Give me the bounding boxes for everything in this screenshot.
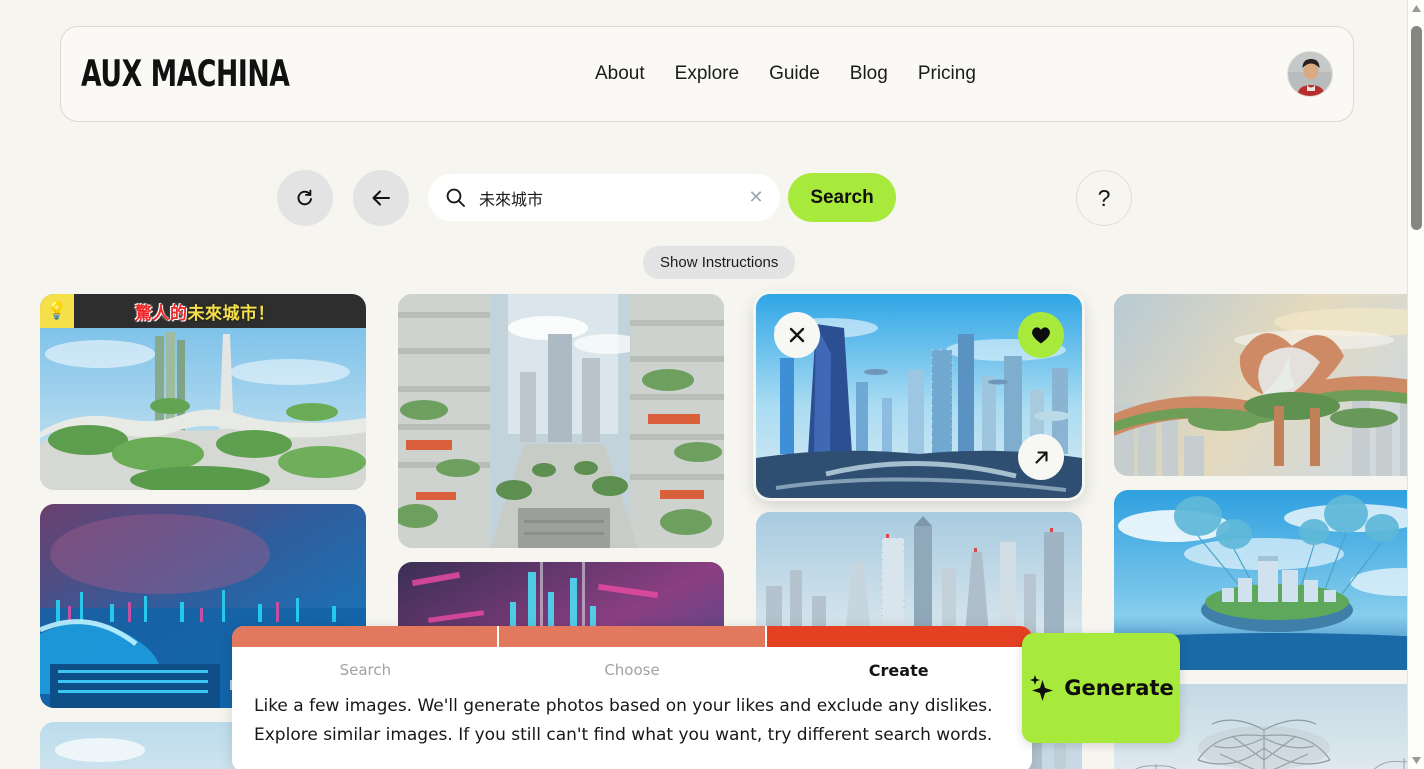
instruction-text: Like a few images. We'll generate photos… xyxy=(254,696,993,745)
image-card-green-street-canyon[interactable] xyxy=(398,294,724,548)
nav-item-about[interactable]: About xyxy=(595,63,645,85)
expand-button[interactable] xyxy=(1018,434,1064,480)
nav-item-blog[interactable]: Blog xyxy=(850,63,888,85)
step-segment-create[interactable] xyxy=(766,626,1032,647)
reset-icon xyxy=(297,189,312,206)
like-button[interactable] xyxy=(1018,312,1064,358)
sparkle-icon xyxy=(1030,675,1054,701)
show-instructions-button[interactable]: Show Instructions xyxy=(643,246,796,279)
step-segment-choose[interactable] xyxy=(499,626,765,647)
scrollbar-thumb[interactable] xyxy=(1411,26,1422,230)
arrow-up-right-icon xyxy=(1034,450,1048,464)
image-card-blue-skyline[interactable] xyxy=(756,294,1082,498)
search-input[interactable]: 未來城市 ✕ xyxy=(428,174,780,221)
back-button[interactable] xyxy=(353,170,409,226)
thumbnail-image xyxy=(398,294,724,548)
step-labels: Search Choose Create xyxy=(232,647,1032,686)
dislike-button[interactable] xyxy=(774,312,820,358)
nav-item-explore[interactable]: Explore xyxy=(675,63,739,85)
site-header: AUX MACHINA About Explore Guide Blog Pri… xyxy=(60,26,1354,122)
chevron-down-icon xyxy=(1412,757,1421,764)
page-viewport: AUX MACHINA About Explore Guide Blog Pri… xyxy=(0,0,1407,769)
generate-button-label: Generate xyxy=(1064,676,1174,700)
step-progress-bar xyxy=(232,626,1032,647)
step-label-choose[interactable]: Choose xyxy=(499,661,766,680)
help-button[interactable]: ? xyxy=(1076,170,1132,226)
image-card-sky-garden-bridge[interactable] xyxy=(1114,294,1407,476)
card-banner-text: 驚人的未來城市！ xyxy=(74,299,366,324)
back-arrow-icon xyxy=(372,190,390,206)
generate-button[interactable]: Generate xyxy=(1022,633,1180,743)
reset-button[interactable] xyxy=(277,170,333,226)
banner-text-red: 驚人的 xyxy=(135,303,188,324)
scroll-down-arrow[interactable] xyxy=(1408,752,1424,769)
thumbnail-image xyxy=(1114,294,1407,476)
heart-icon xyxy=(1032,327,1050,344)
avatar-photo xyxy=(1288,52,1332,96)
search-input-value: 未來城市 xyxy=(479,189,544,209)
step-label-search[interactable]: Search xyxy=(232,661,499,680)
step-segment-search[interactable] xyxy=(232,626,498,647)
nav-item-guide[interactable]: Guide xyxy=(769,63,820,85)
lightbulb-icon: 💡 xyxy=(40,294,74,328)
scroll-up-arrow[interactable] xyxy=(1408,0,1424,17)
avatar[interactable] xyxy=(1287,51,1333,97)
nav-item-pricing[interactable]: Pricing xyxy=(918,63,976,85)
brand-logo[interactable]: AUX MACHINA xyxy=(81,53,290,95)
search-button[interactable]: Search xyxy=(788,173,896,222)
step-label-create[interactable]: Create xyxy=(765,661,1032,680)
search-toolbar: 未來城市 ✕ Search ? xyxy=(0,170,1407,226)
instruction-panel: Search Choose Create Like a few images. … xyxy=(232,626,1032,769)
close-icon xyxy=(789,327,805,343)
card-banner: 💡 驚人的未來城市！ xyxy=(40,294,366,328)
chevron-up-icon xyxy=(1412,5,1421,12)
main-navigation: About Explore Guide Blog Pricing xyxy=(595,63,976,85)
image-card-green-terraces[interactable]: 💡 驚人的未來城市！ xyxy=(40,294,366,490)
search-icon xyxy=(446,188,465,207)
browser-scrollbar[interactable] xyxy=(1407,0,1424,769)
clear-search-icon[interactable]: ✕ xyxy=(746,187,766,208)
banner-text-yellow: 未來城市！ xyxy=(187,303,275,324)
